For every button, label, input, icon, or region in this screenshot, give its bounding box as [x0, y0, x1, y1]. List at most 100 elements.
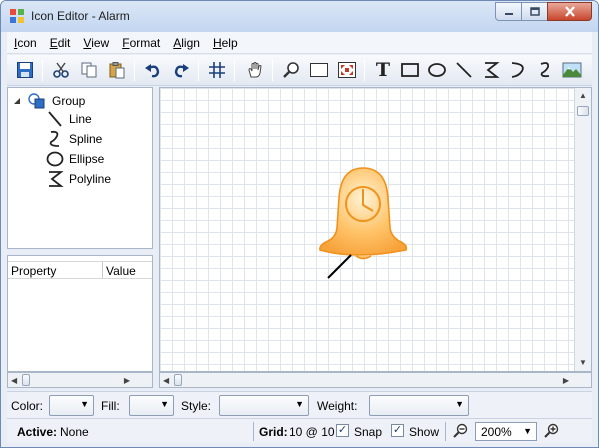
scroll-down-arrow-icon[interactable]: ▼	[579, 358, 587, 367]
canvas-grid[interactable]	[160, 88, 575, 371]
fill-combo[interactable]: ▼	[129, 395, 174, 416]
tree-item-polyline[interactable]: Polyline	[46, 170, 111, 188]
tree-item-spline[interactable]: Spline	[46, 130, 102, 148]
canvas-scroll-thumb[interactable]	[174, 374, 182, 386]
group-icon	[28, 93, 45, 109]
close-button[interactable]	[547, 2, 592, 21]
property-header: Property Value	[8, 261, 152, 279]
tree-item-line[interactable]: Line	[46, 110, 92, 128]
window-title: Icon Editor - Alarm	[31, 9, 130, 23]
maximize-icon	[529, 7, 540, 16]
chevron-down-icon: ▼	[523, 426, 532, 436]
chevron-down-icon: ▼	[455, 399, 464, 409]
tree-label-group: Group	[52, 94, 86, 108]
zoom-icon	[283, 62, 299, 78]
left-horizontal-scrollbar[interactable]: ◀ ▶	[7, 372, 153, 388]
grid-icon	[209, 62, 225, 78]
line-tool-icon	[456, 62, 472, 78]
toolbar-separator	[198, 60, 199, 81]
menu-align[interactable]: Align	[166, 36, 206, 50]
menu-format[interactable]: Format	[115, 36, 166, 50]
menu-help[interactable]: Help	[206, 36, 244, 50]
spline-tool-icon	[540, 62, 550, 78]
line-shape-icon	[48, 111, 62, 127]
image-tool-button[interactable]	[560, 58, 584, 82]
polyline-tool-button[interactable]	[479, 58, 503, 82]
save-button[interactable]	[13, 58, 37, 82]
cut-button[interactable]	[49, 58, 73, 82]
maximize-button[interactable]	[521, 2, 548, 21]
curve-tool-button[interactable]	[506, 58, 530, 82]
zoom-button[interactable]	[279, 58, 303, 82]
ellipse-tool-button[interactable]	[425, 58, 449, 82]
show-label: Show	[409, 425, 440, 439]
spline-tool-button[interactable]	[533, 58, 557, 82]
column-property[interactable]: Property	[11, 264, 56, 278]
text-tool-icon: T	[375, 59, 391, 81]
menu-view[interactable]: View	[76, 36, 115, 50]
style-combo[interactable]: ▼	[219, 395, 309, 416]
scroll-up-arrow-icon[interactable]: ▲	[579, 91, 587, 100]
undo-icon	[145, 64, 160, 78]
color-combo[interactable]: ▼	[49, 395, 94, 416]
column-divider[interactable]	[102, 262, 103, 278]
grid-button[interactable]	[205, 58, 229, 82]
image-tool-icon	[562, 62, 582, 78]
save-icon	[17, 62, 33, 78]
toolbar: T	[7, 55, 592, 86]
window-controls	[495, 2, 592, 21]
snap-checkbox[interactable]: ✓	[336, 424, 349, 437]
curve-tool-icon	[511, 62, 524, 78]
active-label: Active:	[17, 425, 58, 439]
drawing-canvas[interactable]: ▲ ▼	[159, 87, 592, 372]
polyline-tool-icon	[485, 62, 500, 78]
minimize-icon	[504, 12, 513, 15]
zoom-value: 200%	[481, 425, 512, 439]
text-tool-button[interactable]: T	[371, 58, 395, 82]
zoom-in-icon[interactable]	[544, 423, 560, 439]
zoom-out-icon[interactable]	[453, 423, 469, 439]
undo-button[interactable]	[141, 58, 165, 82]
vertical-scroll-thumb[interactable]	[577, 106, 589, 116]
app-icon	[10, 9, 24, 23]
canvas-horizontal-scrollbar[interactable]: ◀ ▶	[159, 372, 592, 388]
fit-button[interactable]	[335, 58, 359, 82]
scroll-thumb[interactable]	[22, 374, 30, 386]
ellipse-tool-icon	[428, 63, 446, 77]
active-value: None	[60, 425, 89, 439]
rectangle-tool-button[interactable]	[398, 58, 422, 82]
menu-edit[interactable]: Edit	[43, 36, 77, 50]
toolbar-separator	[272, 60, 273, 81]
weight-combo[interactable]: ▼	[369, 395, 469, 416]
menu-icon[interactable]: Icon	[7, 36, 43, 50]
alarm-bell-drawing[interactable]	[160, 88, 575, 371]
fit-icon	[338, 62, 356, 78]
select-rect-button[interactable]	[307, 58, 331, 82]
collapse-arrow-icon[interactable]	[12, 96, 22, 106]
format-bar: Color: ▼ Fill: ▼ Style: ▼ Weight: ▼	[7, 391, 592, 418]
canvas-vertical-scrollbar[interactable]: ▲ ▼	[574, 88, 591, 371]
pan-button[interactable]	[243, 58, 267, 82]
color-label: Color:	[11, 399, 44, 413]
toolbar-separator	[134, 60, 135, 81]
tree-root-group[interactable]: Group	[12, 92, 85, 110]
close-icon	[564, 6, 575, 17]
icon-editor-window: Icon Editor - Alarm Icon Edit View Forma…	[0, 0, 599, 448]
scroll-right-arrow-icon[interactable]: ▶	[563, 376, 569, 385]
paste-icon	[109, 62, 125, 79]
show-grid-checkbox[interactable]: ✓	[391, 424, 404, 437]
scroll-right-arrow-icon[interactable]: ▶	[124, 376, 130, 385]
tree-item-ellipse[interactable]: Ellipse	[46, 150, 104, 168]
minimize-button[interactable]	[495, 2, 522, 21]
column-value[interactable]: Value	[106, 264, 136, 278]
copy-button[interactable]	[77, 58, 101, 82]
line-tool-button[interactable]	[452, 58, 476, 82]
status-separator	[445, 422, 446, 441]
paste-button[interactable]	[105, 58, 129, 82]
scroll-left-arrow-icon[interactable]: ◀	[11, 376, 17, 385]
redo-button[interactable]	[169, 58, 193, 82]
title-bar[interactable]: Icon Editor - Alarm	[1, 1, 598, 32]
redo-icon	[174, 64, 189, 78]
zoom-combo[interactable]: 200% ▼	[475, 422, 537, 441]
scroll-left-arrow-icon[interactable]: ◀	[163, 376, 169, 385]
